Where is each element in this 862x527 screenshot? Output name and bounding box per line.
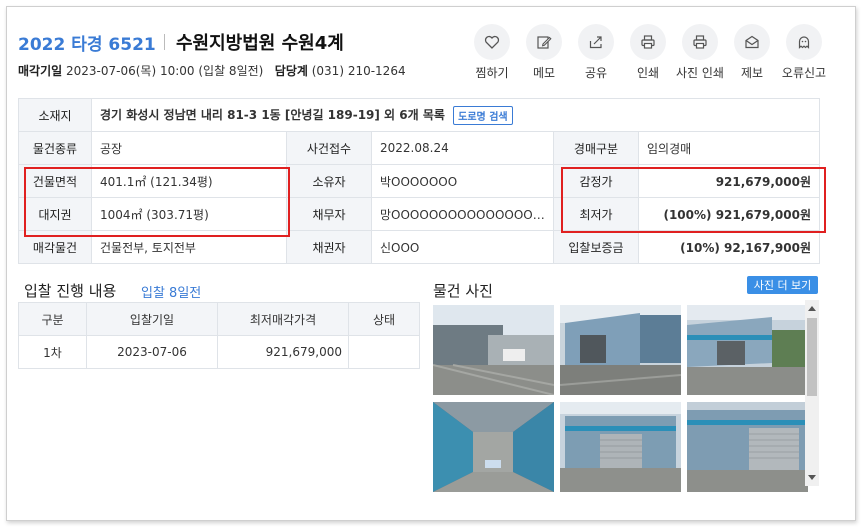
column-header: 입찰기일 — [86, 302, 218, 336]
property-type-value: 공장 — [91, 131, 287, 165]
sale-item-label: 매각물건 — [18, 230, 92, 264]
sale-date-line: 매각기일 2023-07-06(목) 10:00 (입찰 8일전) 담당계 (0… — [18, 62, 406, 79]
appraisal-value: 921,679,000원 — [638, 164, 820, 198]
table-header-row: 구분 입찰기일 최저매각가격 상태 — [18, 302, 420, 336]
creditor-value: 신OOO — [371, 230, 554, 264]
building-area-value: 401.1㎡ (121.34평) — [91, 164, 287, 198]
error-report-button[interactable]: 오류신고 — [778, 24, 830, 81]
owner-value: 박OOOOOOO — [371, 164, 554, 198]
column-header: 상태 — [348, 302, 420, 336]
case-number: 2022 타경 6521 — [18, 35, 156, 55]
case-received-label: 사건접수 — [286, 131, 372, 165]
property-photo[interactable] — [560, 305, 681, 395]
auction-kind-label: 경매구분 — [553, 131, 639, 165]
photos-section-title: 물건 사진 — [433, 282, 493, 300]
bid-date: 2023-07-06 — [86, 335, 218, 369]
print-button[interactable]: 인쇄 — [622, 24, 674, 81]
error-report-label: 오류신고 — [781, 66, 827, 80]
table-row: 매각물건 건물전부, 토지전부 채권자 신OOO 입찰보증금 (10%) 92,… — [18, 230, 820, 264]
property-photo[interactable] — [433, 402, 554, 492]
photo-print-label: 사진 인쇄 — [676, 66, 724, 80]
more-photos-button[interactable]: 사진 더 보기 — [747, 276, 818, 294]
bookmark-label: 찜하기 — [475, 66, 509, 80]
property-info-table: 소재지 경기 화성시 정남면 내리 81-3 1동 [안녕길 189-19] 외… — [18, 98, 820, 264]
min-price-label: 최저가 — [553, 197, 639, 231]
report-button[interactable]: 제보 — [726, 24, 778, 81]
printer-icon — [630, 24, 666, 60]
building-area-label: 건물면적 — [18, 164, 92, 198]
scroll-down-arrow-icon[interactable] — [808, 475, 816, 480]
table-row: 소재지 경기 화성시 정남면 내리 81-3 1동 [안녕길 189-19] 외… — [18, 98, 820, 132]
land-right-label: 대지권 — [18, 197, 92, 231]
auction-kind-value: 임의경매 — [638, 131, 820, 165]
print-label: 인쇄 — [636, 66, 660, 80]
share-label: 공유 — [584, 66, 608, 80]
table-row: 건물면적 401.1㎡ (121.34평) 소유자 박OOOOOOO 감정가 9… — [18, 164, 820, 198]
property-type-label: 물건종류 — [18, 131, 92, 165]
sale-item-value: 건물전부, 토지전부 — [91, 230, 287, 264]
deposit-label: 입찰보증금 — [553, 230, 639, 264]
sale-date-value: 2023-07-06(목) 10:00 (입찰 8일전) — [66, 64, 264, 78]
court-name: 수원지방법원 수원4계 — [176, 33, 344, 54]
appraisal-label: 감정가 — [553, 164, 639, 198]
creditor-label: 채권자 — [286, 230, 372, 264]
table-row: 대지권 1004㎡ (303.71평) 채무자 망OOOOOOOOOOOOOOO… — [18, 197, 820, 231]
column-header: 최저매각가격 — [217, 302, 349, 336]
debtor-label: 채무자 — [286, 197, 372, 231]
ghost-icon — [786, 24, 822, 60]
location-cell: 경기 화성시 정남면 내리 81-3 1동 [안녕길 189-19] 외 6개 … — [91, 98, 820, 132]
share-icon — [578, 24, 614, 60]
bidding-section-title: 입찰 진행 내용 — [24, 282, 117, 300]
mail-icon — [734, 24, 770, 60]
scroll-up-arrow-icon[interactable] — [808, 306, 816, 311]
scroll-thumb[interactable] — [807, 318, 817, 396]
table-row: 1차 2023-07-06 921,679,000 — [18, 335, 420, 369]
memo-label: 메모 — [532, 66, 556, 80]
column-header: 구분 — [18, 302, 87, 336]
bidding-table: 구분 입찰기일 최저매각가격 상태 1차 2023-07-06 921,679,… — [18, 302, 420, 369]
debtor-value: 망OOOOOOOOOOOOOOOOOOO — [371, 197, 554, 231]
owner-label: 소유자 — [286, 164, 372, 198]
property-photo[interactable] — [687, 305, 808, 395]
bid-round: 1차 — [18, 335, 87, 369]
heart-icon — [474, 24, 510, 60]
bidding-dday: 입찰 8일전 — [141, 286, 202, 301]
photo-gallery — [426, 300, 808, 492]
location-value: 경기 화성시 정남면 내리 81-3 1동 [안녕길 189-19] 외 6개 … — [100, 107, 445, 122]
location-label: 소재지 — [18, 98, 92, 132]
pencil-icon — [526, 24, 562, 60]
dept-label: 담당계 — [274, 64, 308, 78]
bid-status — [348, 335, 420, 369]
property-photo[interactable] — [433, 305, 554, 395]
min-price-value: (100%) 921,679,000원 — [638, 197, 820, 231]
report-label: 제보 — [740, 66, 764, 80]
sale-date-label: 매각기일 — [18, 64, 63, 78]
bid-min-price: 921,679,000 — [217, 335, 349, 369]
photo-scrollbar[interactable] — [805, 300, 819, 486]
bookmark-button[interactable]: 찜하기 — [466, 24, 518, 81]
printer-icon — [682, 24, 718, 60]
road-search-button[interactable]: 도로명 검색 — [453, 105, 513, 125]
action-toolbar: 찜하기 메모 공유 인쇄 사진 인쇄 제보 오류신고 — [466, 24, 830, 81]
deposit-value: (10%) 92,167,900원 — [638, 230, 820, 264]
memo-button[interactable]: 메모 — [518, 24, 570, 81]
property-photo[interactable] — [687, 402, 808, 492]
property-photo[interactable] — [560, 402, 681, 492]
land-right-value: 1004㎡ (303.71평) — [91, 197, 287, 231]
dept-phone: (031) 210-1264 — [311, 64, 406, 78]
table-row: 물건종류 공장 사건접수 2022.08.24 경매구분 임의경매 — [18, 131, 820, 165]
title-divider — [164, 34, 165, 50]
photo-print-button[interactable]: 사진 인쇄 — [674, 24, 726, 81]
share-button[interactable]: 공유 — [570, 24, 622, 81]
case-received-value: 2022.08.24 — [371, 131, 554, 165]
